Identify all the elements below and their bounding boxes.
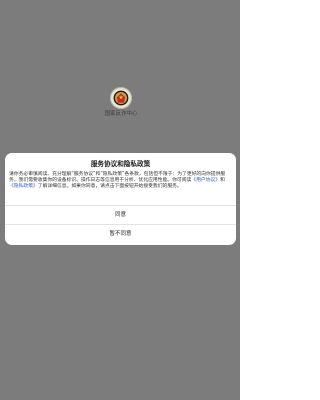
agree-button[interactable]: 同意 xyxy=(5,206,236,225)
dialog-title: 服务协议和隐私政策 xyxy=(90,160,151,168)
body-text-outro: 了解详细信息。如果你同意，请点击下面按钮开始接受我们的服务。 xyxy=(37,184,182,190)
body-text-conjunction: 和 xyxy=(220,178,225,184)
decline-button[interactable]: 暂不同意 xyxy=(5,225,236,244)
dialog-body: 请你务必审慎阅读、充分理解“服务协议”和“隐私政策”各条款，包括但不限于：为了更… xyxy=(9,172,232,190)
user-agreement-link[interactable]: 《用户协议》 xyxy=(191,178,220,183)
privacy-policy-link[interactable]: 《隐私政策》 xyxy=(9,184,38,189)
app-name: 国家反诈中心 xyxy=(104,111,138,117)
app-logo-icon xyxy=(110,87,132,109)
privacy-dialog: 服务协议和隐私政策 请你务必审慎阅读、充分理解“服务协议”和“隐私政策”各条款，… xyxy=(5,153,236,245)
